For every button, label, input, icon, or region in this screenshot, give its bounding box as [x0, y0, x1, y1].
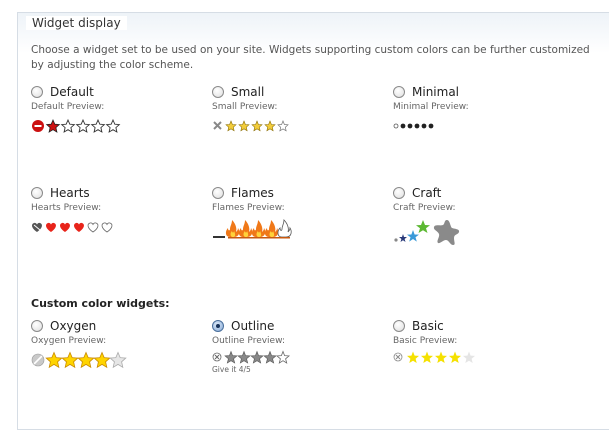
widget-option-small[interactable]: Small Small Preview: [212, 84, 392, 137]
small-preview [212, 115, 392, 137]
preview-label: Basic Preview: [393, 336, 458, 346]
basic-preview [393, 350, 573, 364]
outline-caption: Give it 4/5 [212, 365, 251, 374]
preview-label: Default Preview: [31, 102, 105, 112]
widget-option-minimal[interactable]: Minimal Minimal Preview: [393, 84, 573, 137]
default-preview [31, 115, 211, 137]
widget-label: Oxygen [50, 319, 97, 333]
default-stars-preview [32, 118, 121, 133]
fieldset-legend: Widget display [26, 16, 127, 30]
preview-label: Minimal Preview: [393, 102, 469, 112]
hearts-icons-preview [32, 222, 113, 233]
widget-option-flames[interactable]: Flames Flames Preview: [212, 185, 392, 240]
small-stars-preview [213, 120, 289, 132]
widget-option-hearts[interactable]: Hearts Hearts Preview: [31, 185, 211, 238]
minimal-preview [393, 115, 573, 137]
radio-flames[interactable] [212, 187, 224, 199]
craft-stars-preview [394, 220, 460, 245]
basic-stars-preview [393, 351, 475, 363]
widget-option-oxygen[interactable]: Oxygen Oxygen Preview: [31, 318, 211, 371]
custom-color-widgets-heading: Custom color widgets: [31, 297, 170, 310]
hearts-preview [31, 216, 211, 238]
oxygen-stars-preview [31, 351, 127, 369]
radio-small[interactable] [212, 86, 224, 98]
flames-preview [212, 216, 392, 240]
craft-preview [393, 216, 573, 246]
preview-label: Craft Preview: [393, 203, 456, 213]
widget-label: Minimal [412, 85, 460, 99]
preview-label: Small Preview: [212, 102, 278, 112]
preview-label: Outline Preview: [212, 336, 285, 346]
widget-label: Basic [412, 319, 444, 333]
outline-preview [212, 350, 392, 364]
radio-oxygen[interactable] [31, 320, 43, 332]
radio-basic[interactable] [393, 320, 405, 332]
radio-outline[interactable] [212, 320, 224, 332]
widget-label: Flames [231, 186, 274, 200]
widget-label: Hearts [50, 186, 90, 200]
widget-label: Small [231, 85, 265, 99]
minimal-dots-preview [393, 123, 434, 129]
radio-minimal[interactable] [393, 86, 405, 98]
radio-hearts[interactable] [31, 187, 43, 199]
page: Widget display Choose a widget set to be… [0, 0, 609, 440]
oxygen-preview [31, 349, 211, 371]
widget-label: Default [50, 85, 94, 99]
fieldset-description: Choose a widget set to be used on your s… [31, 44, 590, 71]
preview-label: Hearts Preview: [31, 203, 102, 213]
radio-craft[interactable] [393, 187, 405, 199]
widget-label: Outline [231, 319, 275, 333]
flames-icons-preview [213, 219, 292, 239]
widget-label: Craft [412, 186, 442, 200]
radio-default[interactable] [31, 86, 43, 98]
widget-option-craft[interactable]: Craft Craft Preview: [393, 185, 573, 246]
outline-stars-preview [212, 350, 291, 364]
widget-option-outline[interactable]: Outline Outline Preview: Give it 4/5 [212, 318, 392, 374]
preview-label: Oxygen Preview: [31, 336, 107, 346]
widget-option-default[interactable]: Default Default Preview: [31, 84, 211, 137]
widget-option-basic[interactable]: Basic Basic Preview: [393, 318, 573, 364]
preview-label: Flames Preview: [212, 203, 285, 213]
